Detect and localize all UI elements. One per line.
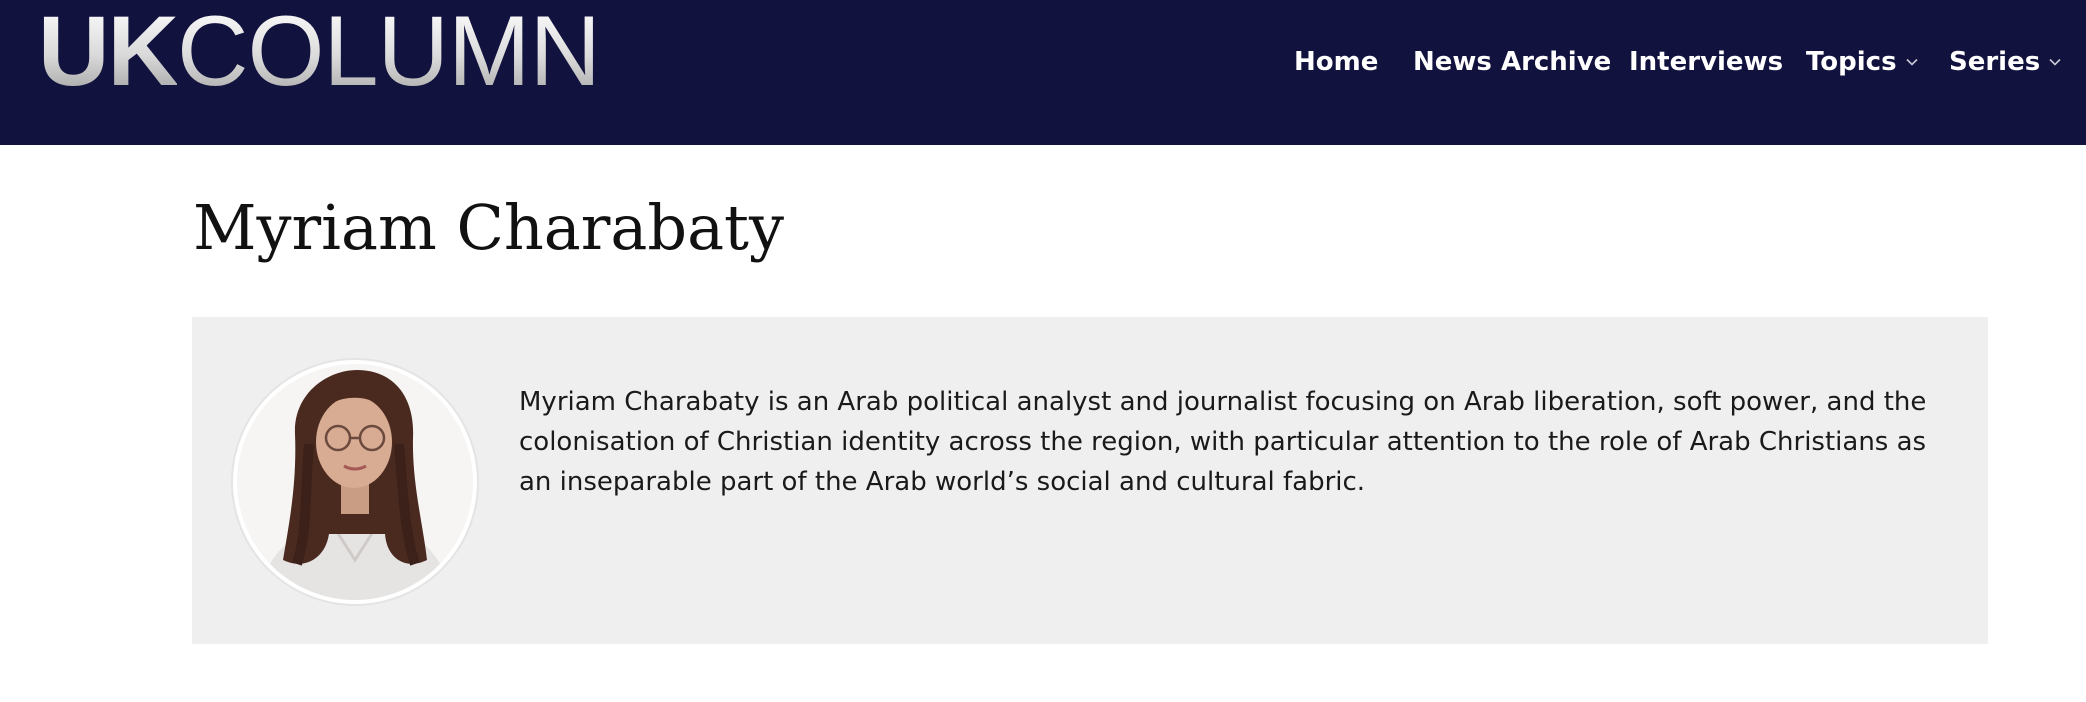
nav-item-topics[interactable]: Topics [1806, 40, 1919, 84]
nav-item-label: News Archive [1413, 47, 1612, 77]
author-bio-card: Myriam Charabaty is an Arab political an… [192, 317, 1988, 644]
site-header: UK COLUMN Home News Archive Interviews To… [0, 0, 2086, 145]
chevron-down-icon [1905, 55, 1919, 69]
logo-column-text: COLUMN [177, 0, 601, 106]
nav-item-news-archive[interactable]: News Archive [1413, 40, 1611, 84]
nav-item-series[interactable]: Series [1949, 40, 2062, 84]
author-bio-text: Myriam Charabaty is an Arab political an… [519, 387, 1927, 497]
site-logo[interactable]: UK COLUMN [38, 1, 601, 100]
nav-item-label: Home [1294, 47, 1379, 77]
chevron-down-icon [2048, 55, 2062, 69]
nav-item-label: Series [1949, 47, 2041, 77]
logo-uk-text: UK [38, 0, 179, 106]
nav-item-label: Topics [1806, 47, 1897, 77]
nav-item-home[interactable]: Home [1294, 40, 1378, 84]
page-title: Myriam Charabaty [193, 191, 784, 264]
nav-item-label: Interviews [1629, 47, 1784, 77]
nav-item-interviews[interactable]: Interviews [1629, 40, 1783, 84]
author-avatar [233, 360, 477, 604]
author-photo [237, 364, 473, 600]
